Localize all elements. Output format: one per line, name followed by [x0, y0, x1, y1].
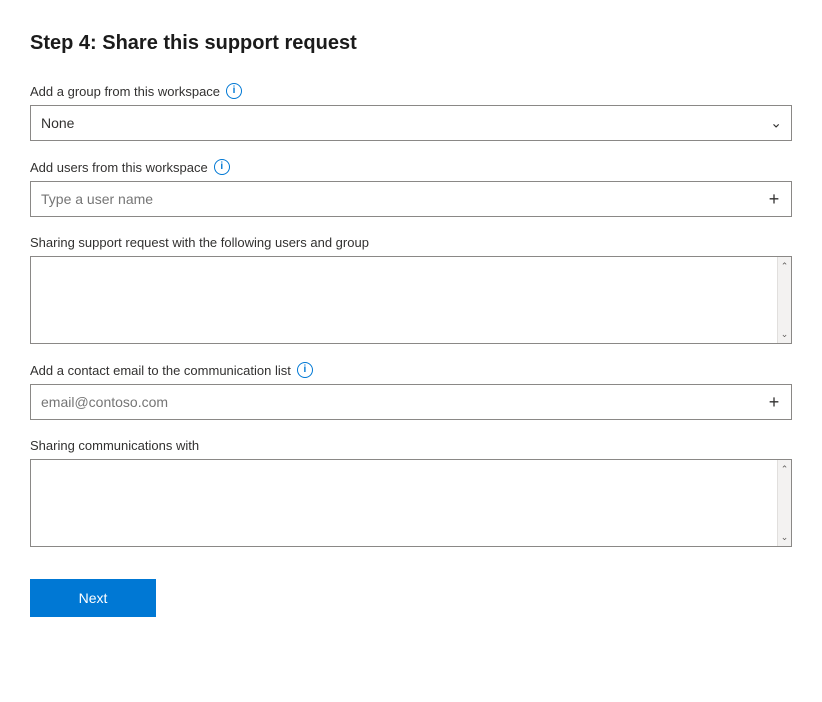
scroll-up-arrow[interactable]: ⌃	[778, 259, 792, 273]
users-section: Add users from this workspace i +	[30, 159, 792, 217]
footer: Next	[30, 565, 792, 617]
comms-scroll-up-arrow[interactable]: ⌃	[778, 462, 792, 476]
comms-scroll-down-arrow[interactable]: ⌄	[778, 530, 792, 544]
sharing-comms-section: Sharing communications with ⌃ ⌄	[30, 438, 792, 547]
group-section: Add a group from this workspace i None ⌄	[30, 83, 792, 141]
group-dropdown[interactable]: None	[30, 105, 792, 141]
page-title: Step 4: Share this support request	[30, 32, 792, 55]
users-add-button[interactable]: +	[764, 189, 784, 209]
group-info-icon[interactable]: i	[226, 83, 242, 99]
sharing-comms-box[interactable]: ⌃ ⌄	[30, 459, 792, 547]
email-info-icon[interactable]: i	[297, 362, 313, 378]
email-add-button[interactable]: +	[764, 392, 784, 412]
group-label-text: Add a group from this workspace	[30, 84, 220, 99]
users-label-text: Add users from this workspace	[30, 160, 208, 175]
users-field-label: Add users from this workspace i	[30, 159, 792, 175]
group-dropdown-wrapper: None ⌄	[30, 105, 792, 141]
email-input-wrapper: +	[30, 384, 792, 420]
next-button[interactable]: Next	[30, 579, 156, 617]
sharing-users-scrollbar[interactable]: ⌃ ⌄	[777, 257, 791, 343]
email-input[interactable]	[30, 384, 792, 420]
sharing-users-section: Sharing support request with the followi…	[30, 235, 792, 344]
users-info-icon[interactable]: i	[214, 159, 230, 175]
sharing-users-label: Sharing support request with the followi…	[30, 235, 792, 250]
sharing-comms-label: Sharing communications with	[30, 438, 792, 453]
scroll-down-arrow[interactable]: ⌄	[778, 327, 792, 341]
group-field-label: Add a group from this workspace i	[30, 83, 792, 99]
email-field-label: Add a contact email to the communication…	[30, 362, 792, 378]
users-input[interactable]	[30, 181, 792, 217]
sharing-users-box[interactable]: ⌃ ⌄	[30, 256, 792, 344]
email-section: Add a contact email to the communication…	[30, 362, 792, 420]
sharing-comms-scrollbar[interactable]: ⌃ ⌄	[777, 460, 791, 546]
email-label-text: Add a contact email to the communication…	[30, 363, 291, 378]
users-input-wrapper: +	[30, 181, 792, 217]
